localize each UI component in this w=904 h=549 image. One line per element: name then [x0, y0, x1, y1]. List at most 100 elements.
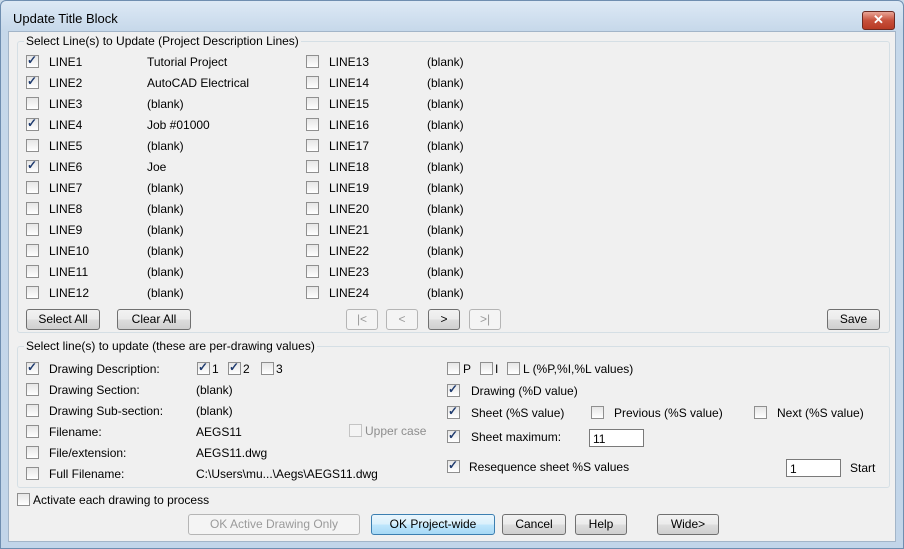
window-title: Update Title Block — [13, 11, 118, 26]
line-value: (blank) — [427, 265, 464, 279]
drawing-row-value: AEGS11 — [196, 425, 242, 439]
sheet-max-checkbox[interactable] — [447, 428, 460, 443]
line-value: (blank) — [147, 181, 184, 195]
line-value: (blank) — [147, 202, 184, 216]
line-value: (blank) — [427, 139, 464, 153]
next-s-checkbox[interactable] — [754, 406, 767, 419]
desc-option-2-label: 2 — [243, 362, 250, 376]
line-value: (blank) — [427, 160, 464, 174]
line-name: LINE22 — [329, 244, 370, 258]
line-checkbox[interactable] — [306, 97, 319, 110]
line-checkbox[interactable] — [26, 265, 39, 278]
drawing-d-checkbox[interactable] — [447, 382, 460, 397]
line-value: (blank) — [147, 286, 184, 300]
next-s-label: Next (%S value) — [777, 406, 864, 420]
line-checkbox[interactable] — [26, 286, 39, 299]
clear-all-button[interactable]: Clear All — [117, 309, 191, 330]
line-value: (blank) — [427, 244, 464, 258]
resequence-start-input[interactable]: 1 — [786, 459, 841, 477]
sheet-s-checkbox[interactable] — [447, 404, 460, 419]
first-page-button[interactable]: |< — [346, 309, 378, 330]
desc-option-3-checkbox[interactable] — [261, 362, 274, 375]
ok-project-wide-button[interactable]: OK Project-wide — [371, 514, 495, 535]
line-checkbox[interactable] — [306, 118, 319, 131]
help-button[interactable]: Help — [575, 514, 627, 535]
desc-option-1-label: 1 — [212, 362, 219, 376]
drawing-row-checkbox[interactable] — [26, 446, 39, 459]
cancel-button[interactable]: Cancel — [502, 514, 566, 535]
line-checkbox[interactable] — [26, 158, 39, 173]
line-name: LINE13 — [329, 55, 370, 69]
sheet-max-input[interactable]: 11 — [589, 429, 644, 447]
line-checkbox[interactable] — [306, 181, 319, 194]
activate-each-checkbox[interactable] — [17, 493, 30, 506]
wide-button[interactable]: Wide> — [657, 514, 719, 535]
line-checkbox[interactable] — [26, 116, 39, 131]
line-value: (blank) — [147, 265, 184, 279]
line-name: LINE20 — [329, 202, 370, 216]
desc-option-1-checkbox[interactable] — [197, 360, 210, 375]
last-page-button[interactable]: >| — [469, 309, 501, 330]
line-value: (blank) — [427, 202, 464, 216]
next-page-button[interactable]: > — [428, 309, 460, 330]
line-checkbox[interactable] — [306, 76, 319, 89]
line-checkbox[interactable] — [26, 181, 39, 194]
p-checkbox[interactable] — [447, 362, 460, 375]
line-checkbox[interactable] — [26, 139, 39, 152]
upper-case-checkbox[interactable] — [349, 424, 362, 437]
dialog-client: Select Line(s) to Update (Project Descri… — [8, 31, 896, 542]
drawing-row-checkbox[interactable] — [26, 425, 39, 438]
drawing-row-checkbox[interactable] — [26, 467, 39, 480]
line-name: LINE24 — [329, 286, 370, 300]
drawing-row-checkbox[interactable] — [26, 404, 39, 417]
drawing-row-checkbox[interactable] — [26, 383, 39, 396]
drawing-row-label: Filename: — [49, 425, 102, 439]
line-checkbox[interactable] — [26, 74, 39, 89]
line-value: (blank) — [147, 139, 184, 153]
drawing-row-value: AEGS11.dwg — [196, 446, 268, 460]
line-checkbox[interactable] — [26, 202, 39, 215]
p-label: P — [463, 362, 472, 376]
line-name: LINE7 — [49, 181, 83, 195]
drawing-row-value: (blank) — [196, 383, 233, 397]
line-value: (blank) — [427, 286, 464, 300]
line-checkbox[interactable] — [306, 244, 319, 257]
line-name: LINE21 — [329, 223, 370, 237]
line-name: LINE15 — [329, 97, 370, 111]
line-checkbox[interactable] — [306, 265, 319, 278]
line-checkbox[interactable] — [306, 55, 319, 68]
drawing-row-checkbox[interactable] — [26, 360, 39, 375]
previous-s-checkbox[interactable] — [591, 406, 604, 419]
line-checkbox[interactable] — [306, 223, 319, 236]
close-button[interactable]: ✕ — [862, 11, 895, 30]
line-checkbox[interactable] — [26, 223, 39, 236]
line-value: (blank) — [427, 223, 464, 237]
line-checkbox[interactable] — [306, 202, 319, 215]
line-checkbox[interactable] — [306, 139, 319, 152]
line-value: (blank) — [427, 181, 464, 195]
l-checkbox[interactable] — [507, 362, 520, 375]
line-name: LINE9 — [49, 223, 83, 237]
drawing-row-label: Drawing Description: — [49, 362, 160, 376]
drawing-row-label: Full Filename: — [49, 467, 125, 481]
select-all-button[interactable]: Select All — [26, 309, 100, 330]
ok-active-drawing-button[interactable]: OK Active Drawing Only — [188, 514, 360, 535]
line-checkbox[interactable] — [306, 286, 319, 299]
line-checkbox[interactable] — [26, 53, 39, 68]
line-value: Joe — [147, 160, 167, 174]
save-button[interactable]: Save — [827, 309, 880, 330]
line-checkbox[interactable] — [26, 97, 39, 110]
line-value: Job #01000 — [147, 118, 210, 132]
prev-page-button[interactable]: < — [386, 309, 418, 330]
line-value: (blank) — [147, 97, 184, 111]
drawing-row-value: C:\Users\mu...\Aegs\AEGS11.dwg — [196, 467, 378, 481]
title-bar[interactable]: Update Title Block ✕ — [1, 1, 903, 35]
previous-s-label: Previous (%S value) — [614, 406, 723, 420]
desc-option-2-checkbox[interactable] — [228, 360, 241, 375]
resequence-label: Resequence sheet %S values — [469, 460, 630, 474]
resequence-checkbox[interactable] — [447, 458, 460, 473]
resequence-start-label: Start — [850, 461, 876, 475]
i-checkbox[interactable] — [480, 362, 493, 375]
line-checkbox[interactable] — [26, 244, 39, 257]
line-checkbox[interactable] — [306, 160, 319, 173]
